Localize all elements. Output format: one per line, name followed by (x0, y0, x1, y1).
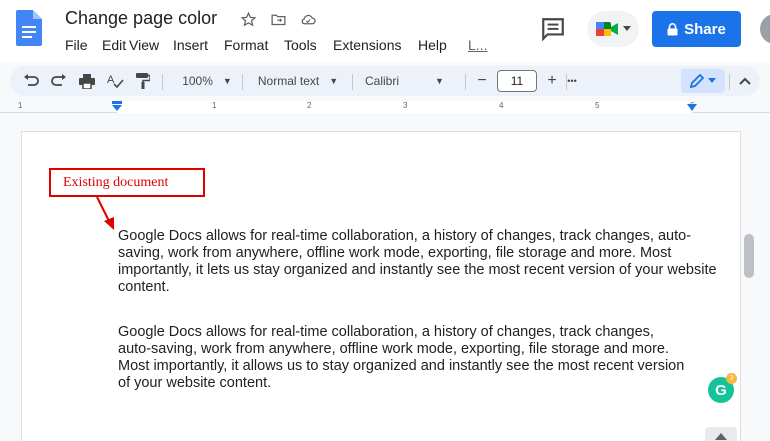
menu-insert[interactable]: Insert (173, 37, 224, 53)
font-select[interactable]: Calibri ▼ (360, 66, 460, 96)
title-actions (238, 9, 318, 29)
paint-format-icon[interactable] (130, 66, 156, 96)
docs-logo-icon[interactable] (16, 10, 42, 46)
toolbar-divider (352, 74, 353, 90)
ruler[interactable]: 1 1 2 3 4 5 6 (0, 101, 770, 113)
share-label: Share (684, 20, 726, 38)
docs-window: Change page color File Edit View Insert … (0, 0, 770, 441)
menu-tools[interactable]: Tools (284, 37, 333, 53)
paragraph-2[interactable]: Google Docs allows for real-time collabo… (118, 324, 696, 392)
redo-icon[interactable] (46, 66, 72, 96)
last-edit-link[interactable]: L... (468, 37, 487, 53)
chevron-down-icon (708, 78, 716, 83)
zoom-value: 100% (182, 74, 213, 88)
ruler-number: 1 (18, 101, 23, 110)
zoom-select[interactable]: 100% ▼ (172, 66, 242, 96)
menu-format[interactable]: Format (224, 37, 284, 53)
hide-menus-icon[interactable] (732, 66, 758, 96)
meet-icon (596, 22, 618, 36)
more-options-button[interactable]: ••• (560, 66, 584, 96)
toolbar: A 100% ▼ Normal text ▼ Calibri ▼ − 11 + ••• (10, 66, 760, 96)
paragraph-2-line: Google Docs allows for real-time collabo… (118, 324, 654, 340)
header: Change page color File Edit View Insert … (0, 0, 770, 62)
editing-mode-button[interactable] (681, 69, 725, 93)
menu-view[interactable]: View (129, 37, 173, 53)
share-button[interactable]: Share (652, 11, 741, 47)
font-value: Calibri (365, 74, 400, 88)
spellcheck-icon[interactable]: A (102, 66, 128, 96)
ruler-number: 4 (499, 101, 504, 110)
meet-button[interactable] (587, 11, 639, 47)
vertical-scrollbar[interactable] (744, 234, 754, 278)
ruler-number: 2 (307, 101, 312, 110)
ruler-number: 5 (595, 101, 600, 110)
star-icon[interactable] (238, 9, 258, 29)
lock-icon (667, 22, 678, 35)
toolbar-divider (242, 74, 243, 90)
comment-history-icon[interactable] (540, 16, 566, 42)
chevron-down-icon: ▼ (435, 76, 444, 86)
explore-icon (715, 433, 727, 440)
avatar[interactable] (760, 14, 770, 44)
paragraph-2-line: Most importantly, it allows us to stay o… (118, 358, 685, 374)
ruler-number: 1 (212, 101, 217, 110)
undo-icon[interactable] (18, 66, 44, 96)
toolbar-divider (162, 74, 163, 90)
menu-edit[interactable]: Edit (102, 37, 129, 53)
menu-help[interactable]: Help (418, 37, 468, 53)
move-folder-icon[interactable] (268, 9, 288, 29)
decrease-font-size-button[interactable]: − (470, 66, 494, 96)
font-size-input[interactable]: 11 (497, 70, 537, 92)
toolbar-divider (465, 74, 466, 90)
paragraph-2-line: of your website content. (118, 375, 272, 391)
left-indent-marker-icon[interactable] (111, 101, 123, 113)
right-indent-marker-icon[interactable] (686, 103, 698, 113)
annotation-label: Existing document (49, 168, 205, 197)
chevron-down-icon: ▼ (329, 76, 339, 86)
menu-extensions[interactable]: Extensions (333, 37, 418, 53)
cloud-status-icon[interactable] (298, 9, 318, 29)
annotation-arrow-icon (96, 196, 114, 230)
style-value: Normal text (257, 74, 320, 88)
ruler-number: 3 (403, 101, 408, 110)
menu-file[interactable]: File (65, 37, 102, 53)
chevron-down-icon (623, 26, 631, 31)
toolbar-divider (729, 74, 730, 90)
document-canvas: Google Docs allows for real-time collabo… (0, 114, 770, 441)
explore-button[interactable] (705, 427, 737, 441)
paragraph-1[interactable]: Google Docs allows for real-time collabo… (118, 228, 730, 296)
paragraph-2-line: auto-saving, work from anywhere, offline… (118, 341, 669, 357)
grammarly-badge: 3 (726, 373, 737, 384)
document-title[interactable]: Change page color (65, 8, 217, 29)
style-select[interactable]: Normal text ▼ (248, 66, 348, 96)
print-icon[interactable] (74, 66, 100, 96)
chevron-down-icon: ▼ (222, 76, 232, 86)
menu-bar: File Edit View Insert Format Tools Exten… (65, 37, 487, 53)
pencil-icon (690, 74, 704, 88)
